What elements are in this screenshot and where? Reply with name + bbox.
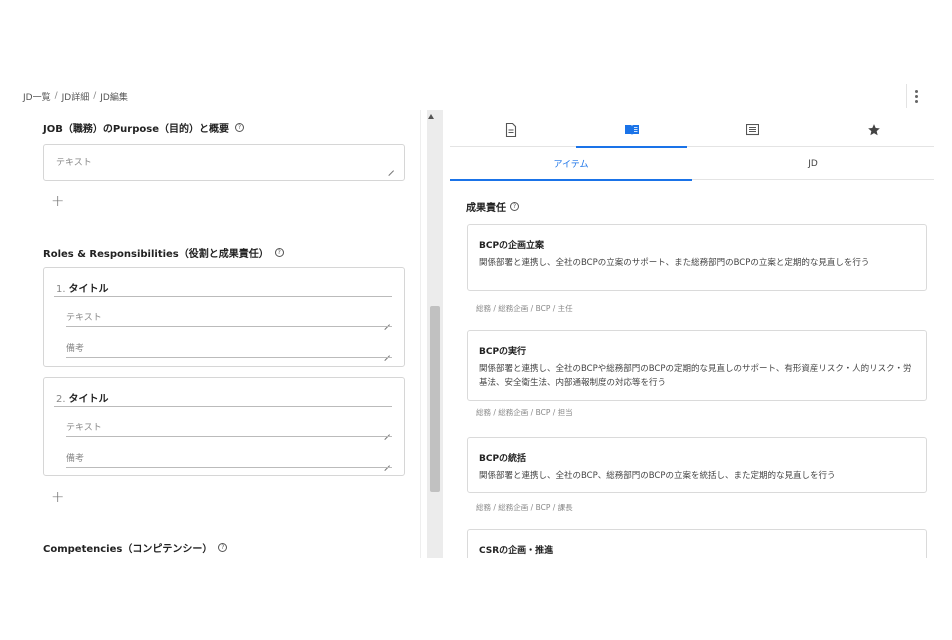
scroll-up-arrow-icon[interactable] (428, 114, 434, 119)
list-icon (746, 123, 759, 135)
add-purpose-button[interactable]: + (51, 191, 64, 210)
role-card-title[interactable]: 2. タイトル (56, 390, 109, 405)
divider (66, 467, 392, 468)
document-icon (505, 123, 516, 137)
list-item[interactable]: CSRの企画・推進 (467, 529, 927, 558)
book-icon (624, 125, 639, 135)
purpose-input[interactable]: テキスト (43, 144, 405, 181)
outcome-section-title: 成果責任 ? (466, 199, 519, 214)
breadcrumb-jd-edit: JD編集 (100, 92, 128, 103)
item-title: BCPの統括 (479, 454, 527, 464)
editor-panel: JOB（職務）のPurpose（目的）と概要 ? テキスト + Roles & … (23, 110, 443, 558)
roles-section-title: Roles & Responsibilities（役割と成果責任） ? (43, 245, 284, 260)
help-icon[interactable]: ? (510, 202, 519, 211)
breadcrumb: JD一覧 / JD詳細 / JD編集 (23, 86, 128, 106)
tab-jd[interactable]: JD (692, 147, 934, 180)
breadcrumb-separator: / (93, 91, 97, 101)
help-icon[interactable]: ? (218, 543, 228, 552)
item-meta: 総務 / 総務企画 / BCP / 担当 (476, 408, 573, 417)
purpose-section-title: JOB（職務）のPurpose（目的）と概要 ? (43, 120, 244, 135)
divider (66, 357, 392, 358)
item-title: CSRの企画・推進 (479, 546, 554, 556)
sub-tab-bar: アイテム JD (450, 147, 934, 181)
resize-handle-icon[interactable] (388, 165, 394, 171)
divider (66, 436, 392, 437)
role-note-input[interactable]: 備考 (66, 341, 84, 354)
scrollbar-thumb[interactable] (430, 306, 440, 492)
role-card: 1. タイトル テキスト 備考 (43, 267, 405, 367)
kebab-icon (915, 89, 918, 104)
breadcrumb-jd-detail[interactable]: JD詳細 (62, 90, 90, 103)
icon-tab-bar (450, 113, 934, 148)
divider (66, 326, 392, 327)
item-title: BCPの実行 (479, 347, 527, 357)
tab-list[interactable] (692, 113, 813, 147)
list-item[interactable]: BCPの企画立案 関係部署と連携し、全社のBCPの立案のサポート、また総務部門の… (467, 224, 927, 291)
list-item[interactable]: BCPの統括 関係部署と連携し、全社のBCP、総務部門のBCPの立案を統括し、ま… (467, 437, 927, 493)
breadcrumb-jd-list[interactable]: JD一覧 (23, 90, 51, 103)
role-text-input[interactable]: テキスト (66, 310, 102, 323)
breadcrumb-separator: / (54, 91, 58, 101)
purpose-placeholder: テキスト (56, 158, 92, 168)
tab-book[interactable] (571, 113, 692, 148)
resize-handle-icon[interactable] (384, 460, 390, 466)
resize-handle-icon[interactable] (384, 429, 390, 435)
divider (54, 406, 392, 407)
role-text-input[interactable]: テキスト (66, 420, 102, 433)
help-icon[interactable]: ? (235, 123, 244, 132)
item-description: 関係部署と連携し、全社のBCPや総務部門のBCPの定期的な見直しのサポート、有形… (479, 364, 912, 388)
role-note-input[interactable]: 備考 (66, 451, 84, 464)
tab-items[interactable]: アイテム (450, 147, 692, 181)
item-description: 関係部署と連携し、全社のBCP、総務部門のBCPの立案を統括し、また定期的な見直… (479, 471, 836, 481)
divider (54, 296, 392, 297)
item-description: 関係部署と連携し、全社のBCPの立案のサポート、また総務部門のBCPの立案と定期… (479, 258, 870, 268)
resize-handle-icon[interactable] (384, 350, 390, 356)
item-meta: 総務 / 総務企画 / BCP / 主任 (476, 304, 573, 313)
help-icon[interactable]: ? (274, 248, 284, 257)
tab-document[interactable] (450, 113, 571, 147)
more-menu-button[interactable] (906, 84, 926, 108)
competencies-section-title: Competencies（コンピテンシー） ? (43, 540, 228, 555)
tab-star[interactable] (813, 113, 934, 147)
editor-form: JOB（職務）のPurpose（目的）と概要 ? テキスト + Roles & … (23, 110, 421, 558)
reference-panel: アイテム JD 成果責任 ? BCPの企画立案 関係部署と連携し、全社のBCPの… (450, 113, 934, 558)
item-meta: 総務 / 総務企画 / BCP / 課長 (476, 503, 573, 512)
list-item[interactable]: BCPの実行 関係部署と連携し、全社のBCPや総務部門のBCPの定期的な見直しの… (467, 330, 927, 401)
star-icon (867, 124, 880, 136)
role-card-title[interactable]: 1. タイトル (56, 280, 109, 295)
item-title: BCPの企画立案 (479, 241, 545, 251)
resize-handle-icon[interactable] (384, 319, 390, 325)
add-role-button[interactable]: + (51, 487, 64, 506)
role-card: 2. タイトル テキスト 備考 (43, 377, 405, 476)
